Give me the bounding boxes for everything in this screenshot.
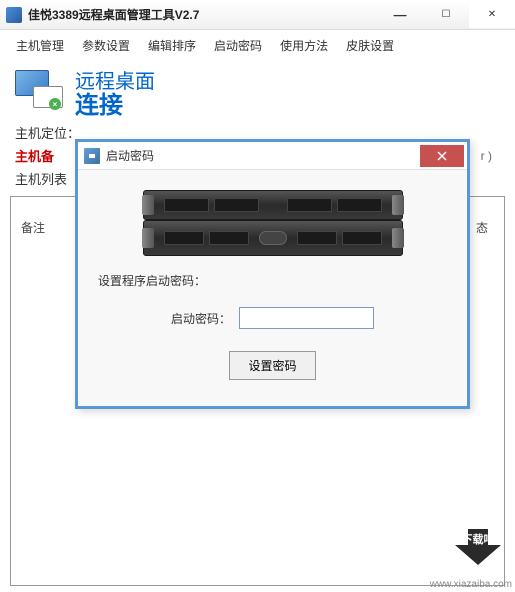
header-text: 远程桌面 连接	[75, 65, 155, 118]
window-controls: ─ ☐ ✕	[377, 2, 515, 28]
menu-bar: 主机管理 参数设置 编辑排序 启动密码 使用方法 皮肤设置	[0, 30, 515, 61]
header-line2: 连接	[75, 94, 155, 118]
menu-usage[interactable]: 使用方法	[272, 34, 336, 57]
password-label: 启动密码：	[171, 310, 231, 327]
input-row: 启动密码：	[98, 307, 447, 329]
password-input[interactable]	[239, 307, 374, 329]
dialog-prompt: 设置程序启动密码：	[98, 272, 447, 289]
menu-skin[interactable]: 皮肤设置	[338, 34, 402, 57]
window-title: 佳悦3389远程桌面管理工具V2.7	[28, 6, 377, 23]
menu-params[interactable]: 参数设置	[74, 34, 138, 57]
password-dialog: 启动密码 设置程序启动密码：	[75, 139, 470, 409]
header-area: × 远程桌面 连接	[0, 61, 515, 121]
partial-text: r )	[481, 149, 492, 163]
remote-desktop-icon: ×	[15, 70, 63, 112]
dialog-titlebar: 启动密码	[78, 142, 467, 170]
menu-edit-sort[interactable]: 编辑排序	[140, 34, 204, 57]
maximize-button[interactable]: ☐	[423, 2, 469, 28]
header-line1: 远程桌面	[75, 65, 155, 94]
window-titlebar: 佳悦3389远程桌面管理工具V2.7 ─ ☐ ✕	[0, 0, 515, 30]
dialog-title: 启动密码	[106, 147, 420, 164]
menu-start-password[interactable]: 启动密码	[206, 34, 270, 57]
column-remark: 备注	[13, 215, 53, 240]
close-button[interactable]: ✕	[469, 2, 515, 28]
close-icon	[437, 151, 447, 161]
column-status: 态	[468, 215, 496, 240]
minimize-button[interactable]: ─	[377, 2, 423, 28]
dialog-close-button[interactable]	[420, 145, 464, 167]
dialog-body: 设置程序启动密码： 启动密码： 设置密码	[78, 170, 467, 406]
server-image	[143, 182, 403, 257]
dialog-icon	[84, 148, 100, 164]
set-password-button[interactable]: 设置密码	[229, 351, 315, 380]
app-icon	[6, 7, 22, 23]
menu-host-manage[interactable]: 主机管理	[8, 34, 72, 57]
